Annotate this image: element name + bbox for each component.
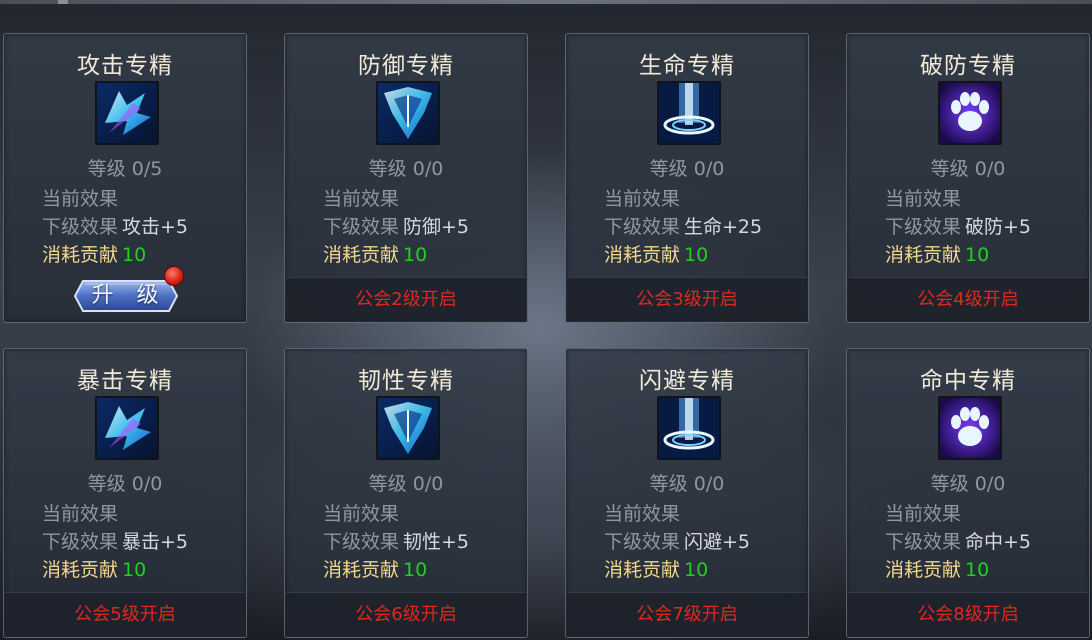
- attack-icon[interactable]: [95, 396, 159, 460]
- spec-card-tenacity: 韧性专精 等级 0/0 当前效果 下级效果 韧性+5 消耗贡献 10 公会6级开启: [284, 348, 528, 638]
- level-text: 等级 0/0: [930, 473, 1006, 495]
- cost: 消耗贡献 10: [885, 559, 990, 581]
- card-title: 命中专精: [920, 368, 1016, 394]
- next-effect: 下级效果 闪避+5: [604, 531, 751, 553]
- card-title: 攻击专精: [77, 53, 173, 79]
- next-effect: 下级效果 生命+25: [604, 216, 763, 238]
- upgrade-button[interactable]: 升 级: [73, 279, 179, 313]
- card-title: 破防专精: [920, 53, 1016, 79]
- cost: 消耗贡献 10: [42, 559, 147, 581]
- upgrade-label: 升 级: [91, 283, 167, 308]
- paw-icon[interactable]: [938, 396, 1002, 460]
- spec-card-armor-break: 破防专精 等级 0/0 当前效果 下级效果 破防+5 消耗贡献 10 公会4级开启: [846, 33, 1090, 323]
- defense-icon[interactable]: [376, 81, 440, 145]
- next-effect: 下级效果 破防+5: [885, 216, 1032, 238]
- life-icon[interactable]: [657, 81, 721, 145]
- level-text: 等级 0/0: [649, 473, 725, 495]
- unlock-requirement: 公会7级开启: [567, 592, 807, 636]
- current-effect: 当前效果: [885, 503, 962, 525]
- level-text: 等级 0/0: [368, 158, 444, 180]
- card-title: 生命专精: [639, 53, 735, 79]
- spec-card-attack: 攻击专精 等级 0/5 当前效果 下级效果 攻击+5 消耗贡献 10 升 级: [3, 33, 247, 323]
- next-effect: 下级效果 暴击+5: [42, 531, 189, 553]
- cost: 消耗贡献 10: [323, 559, 428, 581]
- unlock-requirement: 公会2级开启: [286, 277, 526, 321]
- defense-icon[interactable]: [376, 396, 440, 460]
- current-effect: 当前效果: [42, 188, 119, 210]
- next-effect: 下级效果 防御+5: [323, 216, 470, 238]
- level-text: 等级 0/0: [368, 473, 444, 495]
- card-title: 防御专精: [358, 53, 454, 79]
- cost: 消耗贡献 10: [323, 244, 428, 266]
- current-effect: 当前效果: [323, 188, 400, 210]
- next-effect: 下级效果 韧性+5: [323, 531, 470, 553]
- unlock-requirement: 公会8级开启: [848, 592, 1088, 636]
- current-effect: 当前效果: [42, 503, 119, 525]
- level-text: 等级 0/5: [87, 158, 163, 180]
- current-effect: 当前效果: [604, 503, 681, 525]
- next-effect: 下级效果 命中+5: [885, 531, 1032, 553]
- unlock-requirement: 公会4级开启: [848, 277, 1088, 321]
- current-effect: 当前效果: [885, 188, 962, 210]
- level-text: 等级 0/0: [649, 158, 725, 180]
- specialization-grid: 攻击专精 等级 0/5 当前效果 下级效果 攻击+5 消耗贡献 10 升 级 防御专…: [0, 0, 1092, 640]
- level-text: 等级 0/0: [87, 473, 163, 495]
- unlock-requirement: 公会5级开启: [5, 592, 245, 636]
- spec-card-accuracy: 命中专精 等级 0/0 当前效果 下级效果 命中+5 消耗贡献 10 公会8级开启: [846, 348, 1090, 638]
- attack-icon[interactable]: [95, 81, 159, 145]
- cost: 消耗贡献 10: [885, 244, 990, 266]
- next-effect: 下级效果 攻击+5: [42, 216, 189, 238]
- spec-card-defense: 防御专精 等级 0/0 当前效果 下级效果 防御+5 消耗贡献 10 公会2级开启: [284, 33, 528, 323]
- card-title: 暴击专精: [77, 368, 173, 394]
- spec-card-dodge: 闪避专精 等级 0/0 当前效果 下级效果 闪避+5 消耗贡献 10 公会7级开启: [565, 348, 809, 638]
- cost: 消耗贡献 10: [604, 559, 709, 581]
- spec-card-life: 生命专精 等级 0/0 当前效果 下级效果 生命+25 消耗贡献 10 公会3级开启: [565, 33, 809, 323]
- spec-card-critical: 暴击专精 等级 0/0 当前效果 下级效果 暴击+5 消耗贡献 10 公会5级开启: [3, 348, 247, 638]
- level-text: 等级 0/0: [930, 158, 1006, 180]
- unlock-requirement: 公会6级开启: [286, 592, 526, 636]
- card-title: 韧性专精: [358, 368, 454, 394]
- cost: 消耗贡献 10: [604, 244, 709, 266]
- notification-dot: [164, 266, 184, 286]
- card-title: 闪避专精: [639, 368, 735, 394]
- paw-icon[interactable]: [938, 81, 1002, 145]
- life-icon[interactable]: [657, 396, 721, 460]
- cost: 消耗贡献 10: [42, 244, 147, 266]
- unlock-requirement: 公会3级开启: [567, 277, 807, 321]
- current-effect: 当前效果: [604, 188, 681, 210]
- current-effect: 当前效果: [323, 503, 400, 525]
